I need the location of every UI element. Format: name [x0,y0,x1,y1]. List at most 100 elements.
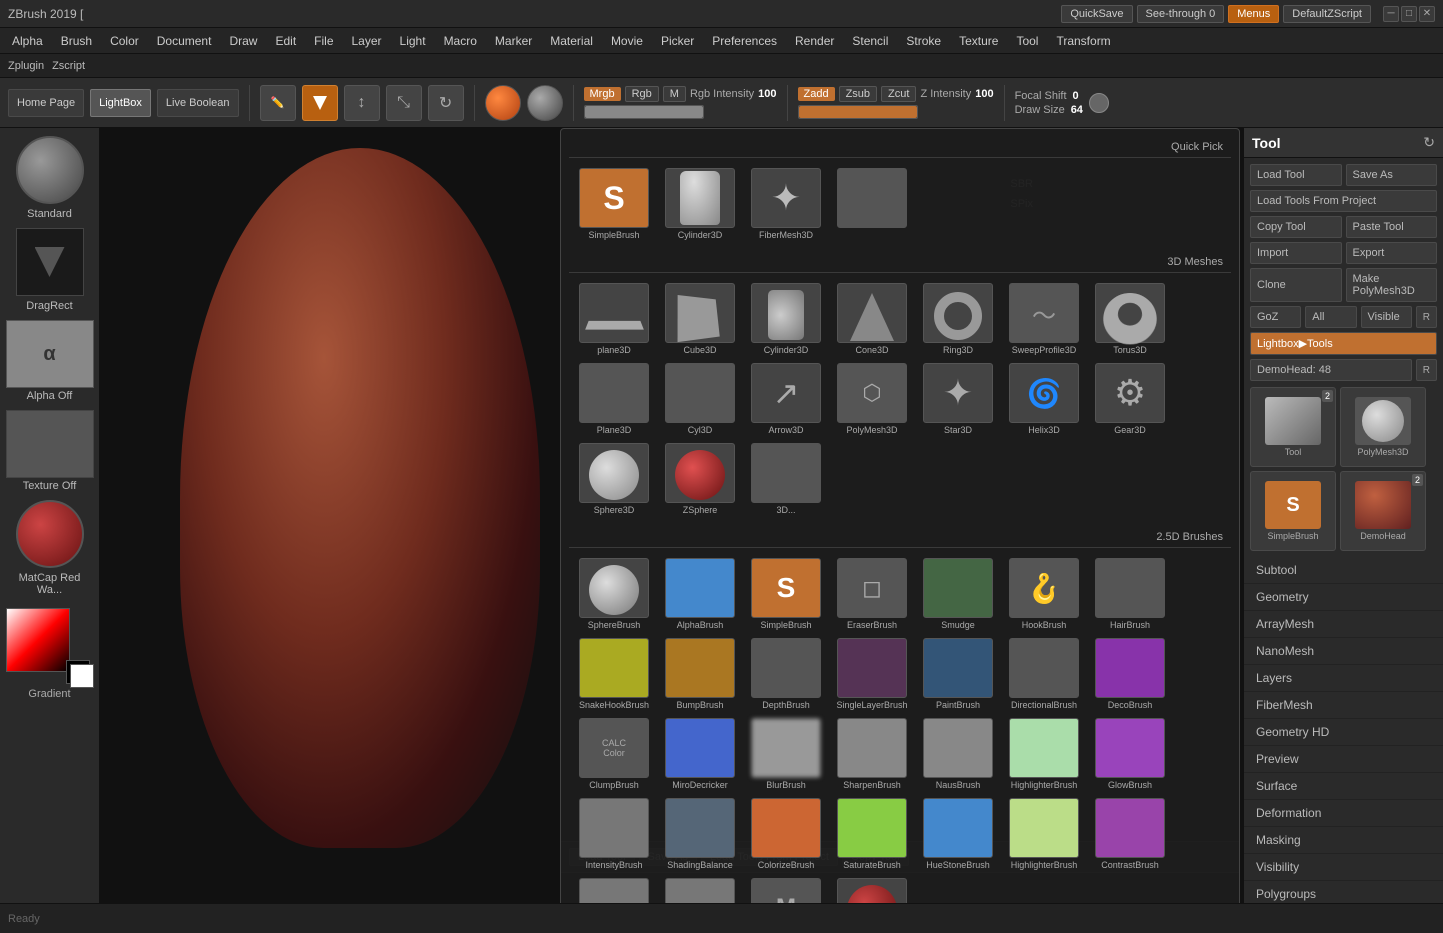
menu-item-picker[interactable]: Picker [653,32,702,50]
menu-item-stencil[interactable]: Stencil [844,32,896,50]
tool-thumb-tool[interactable]: 2 Tool [1250,387,1336,467]
alpha-off-item[interactable]: α Alpha Off [6,320,94,402]
menus-button[interactable]: Menus [1228,5,1279,23]
menu-item-preferences[interactable]: Preferences [704,32,785,50]
defaultzscript-button[interactable]: DefaultZScript [1283,5,1371,23]
qp-hairbrush[interactable]: HairBrush [1089,558,1171,630]
qp-cone3d[interactable]: Cone3D [831,283,913,355]
qp-cylinder3d-2[interactable]: Cylinder3D [745,283,827,355]
menu-item-alpha[interactable]: Alpha [4,32,51,50]
close-button[interactable]: ✕ [1419,6,1435,22]
mrgb-button[interactable]: Mrgb [584,87,621,101]
matcap-item[interactable]: MatCap Red Wa... [6,500,94,596]
qp-highlighterbrush[interactable]: HighlighterBrush [1003,718,1085,790]
load-tools-project-button[interactable]: Load Tools From Project [1250,190,1437,212]
nav-item-masking[interactable]: Masking [1244,827,1443,854]
qp-plane3d[interactable]: plane3D [573,283,655,355]
menu-item-document[interactable]: Document [149,32,220,50]
qp-ring3d[interactable]: Ring3D [917,283,999,355]
qp-bumpbrush[interactable]: BumpBrush [659,638,741,710]
nav-item-surface[interactable]: Surface [1244,773,1443,800]
rotate-icon-btn[interactable]: ↻ [428,85,464,121]
qp-saturatebrush[interactable]: SaturateBrush [831,798,913,870]
tool-thumb-demohead[interactable]: 2 DemoHead [1340,471,1426,551]
panel-refresh-icon[interactable]: ↻ [1423,134,1435,151]
liveboolean-button[interactable]: Live Boolean [157,89,239,117]
qp-directionalbrush[interactable]: DirectionalBrush [1003,638,1085,710]
nav-item-subtool[interactable]: Subtool [1244,557,1443,584]
qp-arrow3d[interactable]: ↗ Arrow3D [745,363,827,435]
qp-nausbrush[interactable]: NausBrush [917,718,999,790]
menu-item-stroke[interactable]: Stroke [898,32,949,50]
tool-thumb-simplebrush[interactable]: S SimpleBrush [1250,471,1336,551]
zadd-button[interactable]: Zadd [798,87,835,101]
seethrough-button[interactable]: See-through 0 [1137,5,1225,23]
canvas-area[interactable]: SBR SPix ◀ Quick Pick S SimpleBrush [100,128,1243,903]
tool-thumb-polymesh[interactable]: PolyMesh3D [1340,387,1426,467]
menu-item-edit[interactable]: Edit [267,32,304,50]
menu-item-marker[interactable]: Marker [487,32,540,50]
qp-spherebrush[interactable]: SphereBrush [573,558,655,630]
r-button[interactable]: R [1416,306,1437,328]
zsub-button[interactable]: Zsub [839,86,877,102]
homepage-button[interactable]: Home Page [8,89,84,117]
paste-tool-button[interactable]: Paste Tool [1346,216,1438,238]
qp-customfilter5[interactable]: CustomFilter V [659,878,741,903]
menu-item-light[interactable]: Light [392,32,434,50]
all-button[interactable]: All [1305,306,1356,328]
qp-glowbrush[interactable]: GlowBrush [1089,718,1171,790]
qp-simplebrush[interactable]: S SimpleBrush [573,168,655,240]
demohead-r-button[interactable]: R [1416,359,1437,381]
qp-cube3d[interactable]: Cube3D [659,283,741,355]
qp-plane3d-2[interactable]: Plane3D [573,363,655,435]
save-as-button[interactable]: Save As [1346,164,1438,186]
qp-star3d[interactable]: ✦ Star3D [917,363,999,435]
qp-cylinder3d[interactable]: Cylinder3D [659,168,741,240]
nav-item-fibermesh[interactable]: FiberMesh [1244,692,1443,719]
menu-item-file[interactable]: File [306,32,341,50]
menu-item-color[interactable]: Color [102,32,147,50]
secondary-item-zplugin[interactable]: Zplugin [8,60,44,72]
qp-snakehook[interactable]: SnakeHookBrush [573,638,655,710]
qp-gear3d[interactable]: ⚙ Gear3D [1089,363,1171,435]
secondary-item-zscript[interactable]: Zscript [52,60,85,72]
qp-intensitybrush[interactable]: IntensityBrush [573,798,655,870]
standard-material[interactable]: Standard [6,136,94,220]
z-intensity-slider[interactable] [798,105,918,119]
qp-customfilter3[interactable]: CustomFilter III [573,878,655,903]
menu-item-render[interactable]: Render [787,32,842,50]
qp-multimarkers[interactable]: M MultiMarkers [745,878,827,903]
qp-helix3d[interactable]: 🌀 Helix3D [1003,363,1085,435]
dragrect-item[interactable]: DragRect [6,228,94,312]
nav-item-visibility[interactable]: Visibility [1244,854,1443,881]
qp-mirodecricker[interactable]: MiroDecricker [659,718,741,790]
gradient-item[interactable]: Gradient [6,604,94,700]
lightbox-tools-button[interactable]: Lightbox▶Tools [1250,332,1437,355]
material-ball[interactable] [527,85,563,121]
makepolymesh-button[interactable]: Make PolyMesh3D [1346,268,1438,302]
qp-simplebrush2[interactable]: S SimpleBrush [745,558,827,630]
qp-hookbrush[interactable]: 🪝 HookBrush [1003,558,1085,630]
qp-blurbrush[interactable]: BlurBrush [745,718,827,790]
qp-fibermesh3d[interactable]: ✦ FiberMesh3D [745,168,827,240]
nav-item-nanomesh[interactable]: NanoMesh [1244,638,1443,665]
menu-item-material[interactable]: Material [542,32,601,50]
material-sphere[interactable] [485,85,521,121]
white-swatch[interactable] [70,664,94,688]
qp-sphere3d[interactable]: Sphere3D [573,443,655,515]
nav-item-geometry[interactable]: Geometry [1244,584,1443,611]
qp-torus3d[interactable]: Torus3D [1089,283,1171,355]
qp-colorizebrush[interactable]: ColorizeBrush [745,798,827,870]
import-button[interactable]: Import [1250,242,1342,264]
qp-huestonebrush[interactable]: HueStoneBrush [917,798,999,870]
qp-decobrush[interactable]: DecoBrush [1089,638,1171,710]
qp-polymesh3d[interactable]: ⬡ PolyMesh3D [831,363,913,435]
draw-icon-btn[interactable] [302,85,338,121]
menu-item-transform[interactable]: Transform [1048,32,1118,50]
demohead-button[interactable]: DemoHead: 48 [1250,359,1412,381]
nav-item-polygroups[interactable]: Polygroups [1244,881,1443,903]
qp-cyl3d[interactable]: Cyl3D [659,363,741,435]
edit-icon-btn[interactable]: ✏️ [260,85,296,121]
menu-item-texture[interactable]: Texture [951,32,1006,50]
qp-clumpbrush[interactable]: CALCColor ClumpBrush [573,718,655,790]
